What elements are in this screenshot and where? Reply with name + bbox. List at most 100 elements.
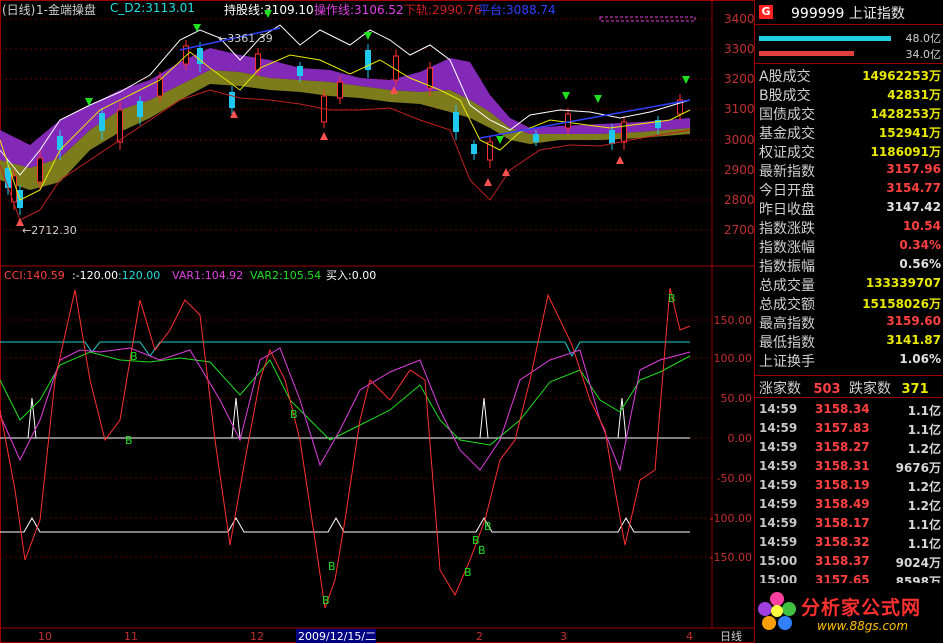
tick-row: 15:00 3158.37 9024万 [755,552,943,571]
group-badge[interactable]: G [759,5,773,19]
stat-label: A股成交 [759,69,811,85]
b-marker: B [484,520,492,533]
price-tick: 2800 [724,193,755,207]
tick-volume: 1.2亿 [907,442,941,456]
panel-divider [755,63,943,64]
indicator-header: CCI:140.59 :-120.00 :120.00 VAR1:104.92 … [4,269,376,282]
stock-name: 上证指数 [848,6,905,22]
stat-label: B股成交 [759,88,811,104]
sell-volume-bar [759,51,854,56]
stat-label: 总成交额 [759,297,815,313]
period-button[interactable]: 日线 [720,629,742,643]
cci-line [0,287,691,609]
var1-label: VAR1:104.92 [172,269,243,282]
indicator-lines [0,287,691,609]
cci-label: CCI:140.59 [4,269,65,282]
tick-time: 14:59 [759,535,798,549]
stat-label: 指数涨跌 [759,221,815,237]
stat-row: 总成交量 133339707 [755,275,943,294]
stat-value: 3154.77 [886,181,941,195]
buy-markers: B B B B B B B B B B [125,292,676,607]
tick-volume: 1.1亿 [907,404,941,418]
price-tick: 3400 [724,12,755,26]
stat-row: B股成交 42831万 [755,85,943,104]
stat-label: 指数涨幅 [759,240,815,256]
stat-row: 昨日收盘 3147.42 [755,199,943,218]
tick-volume: 1.1亿 [907,518,941,532]
tick-volume: 9676万 [895,461,941,475]
stat-value: 10.54 [903,219,941,233]
stat-row: A股成交 14962253万 [755,66,943,85]
price-tick: 3000 [724,133,755,147]
b-marker: B [130,350,138,363]
tick-time: 14:59 [759,440,798,454]
tick-volume: 1.1亿 [907,537,941,551]
stock-code: 999999 [791,6,845,22]
buy-volume-bar [759,36,891,41]
breadth-row: 涨家数 503 跌家数 371 [759,378,929,398]
tick-price: 3158.17 [815,516,870,530]
b-marker: B [328,560,336,573]
tick-row: 14:59 3158.34 1.1亿 [755,400,943,419]
stat-value: 14962253万 [862,69,941,83]
stat-value: 0.34% [899,238,941,252]
tick-row: 14:59 3158.31 9676万 [755,457,943,476]
tick-time: 14:59 [759,459,798,473]
stat-label: 基金成交 [759,126,815,142]
price-tick: 3300 [724,42,755,56]
stat-value: 133339707 [865,276,941,290]
stat-value: 3141.87 [886,333,941,347]
site-logo: 分析家公式网 www.88gs.com [755,583,943,643]
stat-row: 今日开盘 3154.77 [755,180,943,199]
stat-label: 国债成交 [759,107,815,123]
indicator-axis: 150.00 100.00 50.00 0.00 -50.00 -100.00 … [0,314,752,564]
indicator-tick: 0.00 [728,432,753,445]
b-marker: B [464,566,472,579]
indicator-tick: 150.00 [714,314,753,327]
tick-volume: 1.2亿 [907,499,941,513]
level-low-label: :-120.00 [72,269,118,282]
tick-time: 14:59 [759,402,798,416]
cursor-date: 2009/12/15/二 [298,630,376,643]
tick-row: 14:59 3157.83 1.1亿 [755,419,943,438]
date-tick: 4 [686,630,693,643]
panel-divider [755,375,943,376]
stat-value: 1.06% [899,352,941,366]
indicator-tick: 100.00 [714,352,753,365]
buy-volume-value: 48.0亿 [905,32,942,45]
date-tick: 12 [250,630,264,643]
stat-row: 指数涨跌 10.54 [755,218,943,237]
quote-panel: G 999999 上证指数 48.0亿 34.0亿 A股成交 14962253万 B… [755,0,943,643]
stock-title: 999999 上证指数 [791,3,905,23]
tick-volume: 1.1亿 [907,423,941,437]
stat-label: 今日开盘 [759,183,815,199]
tick-price: 3157.83 [815,421,870,435]
stat-row: 上证换手 1.06% [755,351,943,370]
stat-value: 42831万 [887,88,941,102]
stat-row: 基金成交 152941万 [755,123,943,142]
tick-price: 3158.31 [815,459,870,473]
stat-value: 1186091万 [870,145,941,159]
down-count-value: 371 [901,382,929,397]
stat-label: 最低指数 [759,335,815,351]
tick-time: 14:59 [759,478,798,492]
low-price-label: ←2712.30 [22,224,77,237]
chart-canvas[interactable]: 3400 3300 3200 3100 3000 2900 2800 2700 [0,0,755,643]
stat-value: 3147.42 [886,200,941,214]
tick-time: 14:59 [759,516,798,530]
stat-row: 权证成交 1186091万 [755,142,943,161]
price-tick: 3100 [724,102,755,116]
stat-label: 权证成交 [759,145,815,161]
stat-row: 最新指数 3157.96 [755,161,943,180]
b-marker: B [290,408,298,421]
buy-spike-line [27,397,627,439]
tick-row: 14:59 3158.49 1.2亿 [755,495,943,514]
tick-row: 14:59 3158.19 1.2亿 [755,476,943,495]
date-axis: 10 11 12 2009/12/15/二 2 3 4 日线 [38,629,742,643]
panel-divider [755,24,943,25]
stat-row: 最低指数 3141.87 [755,332,943,351]
sell-volume-value: 34.0亿 [905,48,942,61]
tick-time: 14:59 [759,497,798,511]
stat-row: 指数涨幅 0.34% [755,237,943,256]
tick-volume: 9024万 [895,556,941,570]
